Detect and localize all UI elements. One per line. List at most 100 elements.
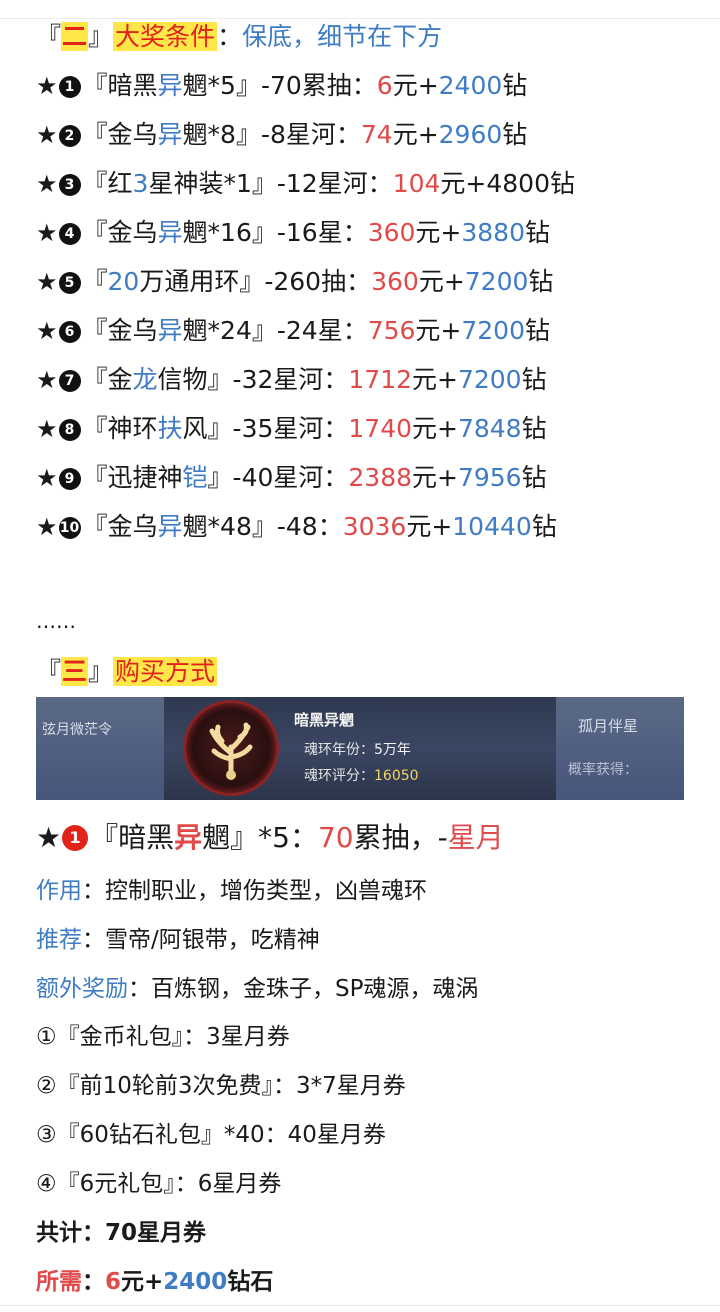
row-name-post: 魍*24』-24星： — [182, 316, 368, 345]
info-usage: 作用：控制职业，增伤类型，凶兽魂环 — [36, 874, 427, 908]
colon: ： — [82, 878, 105, 904]
section-title: 大奖条件 — [113, 22, 218, 51]
row-yuan: 元+4800钻 — [440, 169, 575, 198]
badge-number: 8 — [58, 419, 81, 441]
row-name-post: 魍*16』-16星： — [182, 218, 368, 247]
row-price: 2388 — [348, 463, 413, 492]
row-name-pre: 『 — [82, 267, 108, 296]
prize-row: ★ 8 『神环扶风』-35星河：1740元+7848钻 — [36, 412, 547, 446]
bracket-left: 『 — [36, 22, 62, 51]
detail-heading: ★ 1 『暗黑异魍』*5：70累抽，-星月 — [36, 818, 504, 858]
row-price: 360 — [367, 218, 416, 247]
colon: ： — [217, 22, 243, 51]
row-name-post: 万通用环』-260抽： — [139, 267, 372, 296]
row-diamond: 7200 — [457, 365, 522, 394]
bottom-divider — [0, 1305, 720, 1306]
row-name-post: 信物』-32星河： — [157, 365, 349, 394]
banner-right-title: 孤月伴星 — [578, 717, 639, 735]
row-price: 74 — [360, 120, 393, 149]
badge-number: 2 — [58, 125, 81, 147]
prize-row: ★ 2 『金乌异魍*8』-8星河：74元+2960钻 — [36, 118, 527, 152]
star-icon: ★ — [36, 415, 58, 443]
row-yuan: 元+ — [412, 463, 458, 492]
star-icon: ★ — [36, 513, 58, 541]
row-yuan: 元+ — [412, 414, 458, 443]
info-extra-rewards: 额外奖励：百炼钢，金珠子，SP魂源，魂涡 — [36, 972, 478, 1006]
badge-number: 4 — [58, 223, 81, 245]
row-name-pre: 『金乌 — [82, 316, 158, 345]
row-price: 3036 — [342, 512, 407, 541]
row-diamond: 7200 — [464, 267, 529, 296]
prize-row: ★ 4 『金乌异魍*16』-16星：360元+3880钻 — [36, 216, 550, 250]
row-name-post: 星神装*1』-12星河： — [148, 169, 393, 198]
list-item: ③『60钻石礼包』*40：40星月券 — [36, 1122, 386, 1148]
row-price: 756 — [367, 316, 416, 345]
total-value: 70星月券 — [105, 1220, 207, 1246]
section-number: 二 — [61, 22, 89, 51]
soul-ring-icon — [186, 703, 276, 793]
row-name-post: 风』-35星河： — [182, 414, 349, 443]
info-label: 推荐 — [36, 927, 82, 953]
info-label: 额外奖励 — [36, 976, 128, 1002]
row-price: 360 — [371, 267, 419, 296]
banner-left-text: 弦月微茫令 — [42, 722, 112, 738]
star-icon: ★ — [36, 317, 58, 345]
prize-row: ★ 5 『20万通用环』-260抽：360元+7200钻 — [36, 265, 553, 299]
info-label: 作用 — [36, 878, 82, 904]
badge-number: 1 — [58, 76, 81, 98]
row-zuan: 钻 — [525, 316, 551, 345]
row-diamond: 7956 — [457, 463, 522, 492]
total-line: 共计：70星月券 — [36, 1216, 206, 1250]
detail-name-highlight: 异 — [174, 821, 203, 854]
row-name-pre: 『神环 — [82, 414, 158, 443]
label: 魂环年份： — [304, 742, 374, 758]
info-text: 百炼钢，金珠子，SP魂源，魂涡 — [151, 976, 479, 1002]
row-name-pre: 『金 — [82, 365, 133, 394]
star-icon: ★ — [36, 464, 58, 492]
row-diamond: 10440 — [452, 512, 532, 541]
needed-line: 所需：6元+2400钻石 — [36, 1265, 273, 1299]
needed-yuan: 元+ — [121, 1269, 164, 1295]
bracket-right: 』 — [88, 657, 114, 686]
row-zuan: 钻 — [521, 365, 547, 394]
row-name-highlight: 异 — [157, 120, 183, 149]
section-heading-purchase-method: 『三』购买方式 — [36, 655, 218, 689]
star-icon: ★ — [36, 219, 58, 247]
row-yuan: 元+ — [415, 316, 462, 345]
row-zuan: 钻 — [531, 512, 557, 541]
row-diamond: 2960 — [438, 120, 503, 149]
prize-row: ★ 6 『金乌异魍*24』-24星：756元+7200钻 — [36, 314, 550, 348]
row-diamond: 2400 — [438, 71, 503, 100]
row-name-post: 魍*48』-48： — [182, 512, 343, 541]
row-name-post: 』-40星河： — [207, 463, 349, 492]
star-icon: ★ — [36, 366, 58, 394]
badge-number: 7 — [58, 370, 81, 392]
row-name-pre: 『金乌 — [82, 120, 158, 149]
ellipsis: …… — [36, 609, 76, 633]
row-name-highlight: 异 — [157, 71, 183, 100]
row-zuan: 钻 — [502, 120, 528, 149]
detail-draws-label: 累抽，- — [353, 821, 448, 854]
row-zuan: 钻 — [525, 218, 551, 247]
banner-title: 暗黑异魍 — [294, 711, 355, 729]
row-zuan: 钻 — [528, 267, 554, 296]
banner-right-sub: 概率获得： — [568, 762, 638, 778]
row-price: 6 — [376, 71, 393, 100]
row-name-post: 魍*8』-8星河： — [182, 120, 361, 149]
prize-row: ★ 3 『红3星神装*1』-12星河：104元+4800钻 — [36, 167, 575, 201]
row-yuan: 元+ — [392, 71, 439, 100]
game-screenshot-banner: 弦月微茫令 暗黑异魍 魂环年份：5万年 魂环评分：16050 孤月伴星 概率获得… — [36, 697, 684, 800]
prize-row: ★ 1 『暗黑异魍*5』-70累抽：6元+2400钻 — [36, 69, 527, 103]
row-name-pre: 『暗黑 — [82, 71, 158, 100]
banner-left-panel: 弦月微茫令 — [36, 697, 164, 800]
row-name-post: 魍*5』-70累抽： — [182, 71, 377, 100]
badge-number: 5 — [58, 272, 81, 294]
list-item: ②『前10轮前3次免费』：3*7星月券 — [36, 1073, 406, 1099]
row-name-highlight: 龙 — [132, 365, 158, 394]
label: 魂环评分： — [304, 768, 374, 784]
bracket-right: 』 — [88, 22, 114, 51]
info-text: 雪帝/阿银带，吃精神 — [105, 927, 320, 953]
row-zuan: 钻 — [521, 414, 547, 443]
badge-number: 9 — [58, 468, 81, 490]
row-name-highlight: 异 — [157, 218, 183, 247]
